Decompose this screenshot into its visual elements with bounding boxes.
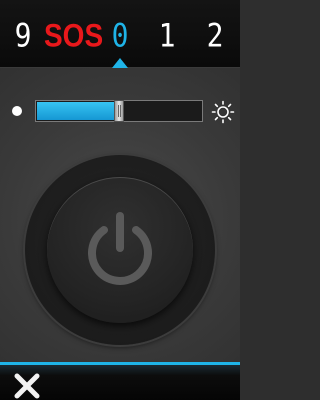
dim-dot-icon bbox=[12, 106, 22, 116]
mode-item-2[interactable]: 2 bbox=[200, 13, 230, 59]
brightness-slider-fill bbox=[37, 102, 119, 120]
power-icon bbox=[88, 212, 152, 285]
brightness-slider[interactable] bbox=[35, 100, 203, 122]
power-button-bezel bbox=[25, 155, 215, 345]
sun-icon bbox=[211, 100, 235, 124]
bottom-bar bbox=[0, 362, 240, 400]
mode-item-1[interactable]: 1 bbox=[152, 13, 182, 59]
brightness-slider-thumb[interactable] bbox=[114, 100, 124, 122]
close-icon[interactable] bbox=[12, 371, 42, 400]
mode-item-9[interactable]: 9 bbox=[8, 13, 38, 59]
mode-item-0[interactable]: 0 bbox=[106, 13, 134, 59]
flashlight-app: 9 SOS 0 1 2 bbox=[0, 0, 240, 400]
mode-selector[interactable]: 9 SOS 0 1 2 bbox=[0, 0, 240, 68]
mode-item-sos[interactable]: SOS bbox=[44, 13, 103, 59]
power-button[interactable] bbox=[47, 177, 193, 323]
selected-mode-indicator bbox=[112, 58, 128, 68]
